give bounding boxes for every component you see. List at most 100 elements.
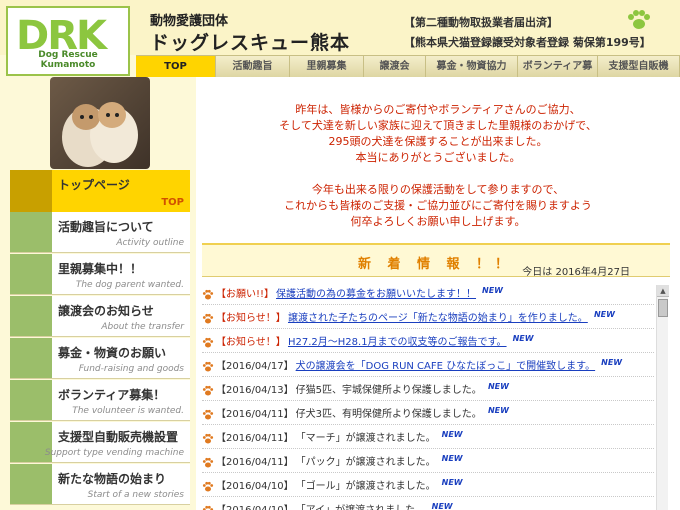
news-date: 【お知らせ！】 (216, 313, 286, 324)
main-content: 昨年は、皆様からのご寄付やボランティアさんのご協力、 そして犬達を新しい家族に迎… (196, 77, 680, 510)
nav-donation[interactable]: 募金・物資協力 (426, 56, 518, 77)
sidebar-item-sublabel: Support type vending machine (44, 448, 184, 458)
sidebar-item-sublabel: Activity outline (116, 238, 184, 248)
sidebar-swatch (10, 212, 52, 252)
news-list: 【お願い!!】 保護活動の為の募金をお願いいたします！！ NEW 【お知らせ！】 譲渡さ… (202, 285, 654, 510)
sidebar-item-sublabel: Start of a new stories (87, 490, 184, 500)
sidebar-item-volunteer[interactable]: ボランティア募集！ The volunteer is wanted. (10, 380, 190, 421)
news-item: 【2016/04/11】 「マーチ」が譲渡されました。 NEW (202, 429, 654, 449)
paw-icon (202, 433, 214, 445)
puppies-illustration (62, 102, 138, 167)
news-date: 【2016/04/10】 (216, 481, 294, 492)
news-link[interactable]: 譲渡された子たちのページ「新たな物語の始まり」を作りました。 (288, 309, 588, 329)
news-date: 【お知らせ！】 (216, 337, 286, 348)
news-link[interactable]: 犬の譲渡会を「DOG RUN CAFE ひなたぼっこ」で開催致します。 (296, 357, 596, 377)
nav-vending[interactable]: 支援型自販機 (598, 56, 680, 77)
sidebar-item-sublabel: About the transfer (101, 322, 184, 332)
sidebar-item-label: 募金・物資のお願い (58, 346, 167, 360)
news-item[interactable]: 【お願い!!】 保護活動の為の募金をお願いいたします！！ NEW (202, 285, 654, 305)
scroll-thumb[interactable] (658, 299, 668, 317)
sidebar-swatch (10, 380, 52, 420)
news-item[interactable]: 【お知らせ！】 譲渡された子たちのページ「新たな物語の始まり」を作りました。 NEW (202, 309, 654, 329)
message-line: 昨年は、皆様からのご寄付やボランティアさんのご協力、 (295, 103, 581, 116)
message-line (196, 166, 680, 182)
sidebar-swatch (10, 338, 52, 378)
news-text: 「ゴール」が譲渡されました。 (295, 481, 436, 492)
paw-icon (202, 361, 214, 373)
sidebar-swatch (10, 296, 52, 336)
news-item: 【2016/04/10】 「ゴール」が譲渡されました。 NEW (202, 477, 654, 497)
sidebar-item-label: トップページ (58, 178, 130, 192)
message-line: そして犬達を新しい家族に迎えて頂きました里親様のおかげで、 (279, 119, 597, 132)
new-badge: NEW (593, 310, 615, 319)
sidebar-item-sublabel: Fund-raising and goods (78, 364, 184, 374)
paw-icon (202, 289, 214, 301)
sidebar-swatch (10, 170, 52, 212)
news-header: 新 着 情 報 ！！ 今日は 2016年4月27日 (202, 243, 670, 278)
nav-activity[interactable]: 活動趣旨 (216, 56, 290, 77)
sidebar-item-donation[interactable]: 募金・物資のお願い Fund-raising and goods (10, 338, 190, 379)
new-badge: NEW (431, 502, 453, 510)
paw-icon (202, 337, 214, 349)
sidebar-item-adoption[interactable]: 里親募集中！！ The dog parent wanted. (10, 254, 190, 295)
message-line: 本当にありがとうございました。 (355, 151, 521, 164)
news-text: 「アイ」が譲渡されました。 (296, 501, 426, 510)
sidebar-item-stories[interactable]: 新たな物語の始まり Start of a new stories (10, 464, 190, 505)
news-link[interactable]: 保護活動の為の募金をお願いいたします！！ (276, 285, 476, 305)
nav-top[interactable]: TOP (136, 56, 216, 77)
sidebar-swatch (10, 464, 52, 504)
sidebar-item-transfer[interactable]: 譲渡会のお知らせ About the transfer (10, 296, 190, 337)
sidebar-item-vending[interactable]: 支援型自動販売機設置 Support type vending machine (10, 422, 190, 463)
news-item[interactable]: 【お知らせ！】 H27.2月～H28.1月までの収支等のご報告です。 NEW (202, 333, 654, 353)
news-date: 【お願い!!】 (216, 289, 275, 300)
today-date: 今日は 2016年4月27日 (522, 267, 630, 278)
news-date: 【2016/04/10】 (216, 501, 294, 510)
sidebar-item-label: ボランティア募集！ (58, 388, 166, 402)
paw-icon (202, 481, 214, 493)
greeting-message: 昨年は、皆様からのご寄付やボランティアさんのご協力、 そして犬達を新しい家族に迎… (196, 102, 680, 230)
news-item: 【2016/04/10】「アイ」が譲渡されました。 NEW (202, 501, 654, 510)
logo[interactable]: DRK Dog Rescue Kumamoto (6, 6, 130, 76)
nav-transfer[interactable]: 譲渡会 (364, 56, 426, 77)
sidebar-item-activity[interactable]: 活動趣旨について Activity outline (10, 212, 190, 253)
nav-volunteer[interactable]: ボランティア募集 (518, 56, 598, 93)
nav-adoption[interactable]: 里親募集 (290, 56, 364, 77)
message-line: 今年も出来る限りの保護活動をして参りますので、 (311, 183, 565, 196)
sidebar-item-top[interactable]: トップページ TOP (10, 170, 190, 212)
scroll-up-icon[interactable]: ▲ (657, 285, 669, 297)
news-text: 仔猫5匹、宇城保健所より保護しました。 (295, 385, 482, 396)
news-date: 【2016/04/11】 (216, 433, 294, 444)
top-nav: TOP 活動趣旨 里親募集 譲渡会 募金・物資協力 ボランティア募集 支援型自販… (136, 55, 680, 93)
news-link[interactable]: H27.2月～H28.1月までの収支等のご報告です。 (288, 333, 507, 353)
news-item[interactable]: 【2016/04/17】 犬の譲渡会を「DOG RUN CAFE ひなたぼっこ」で… (202, 357, 654, 377)
news-date: 【2016/04/11】 (216, 409, 294, 420)
paw-icon (202, 313, 214, 325)
news-item: 【2016/04/11】 仔犬3匹、有明保健所より保護しました。 NEW (202, 405, 654, 425)
puppies-photo (50, 77, 150, 169)
new-badge: NEW (487, 382, 509, 391)
new-badge: NEW (512, 334, 534, 343)
sidebar-swatch (10, 254, 52, 294)
news-text: 仔犬3匹、有明保健所より保護しました。 (295, 409, 482, 420)
paw-icon (202, 457, 214, 469)
news-text: 「パック」が譲渡されました。 (295, 457, 436, 468)
org-name: ドッグレスキュー熊本 (150, 32, 351, 54)
paw-icon (202, 385, 214, 397)
news-scrollbar[interactable]: ▲ (656, 285, 669, 510)
registration-2: 【熊本県犬猫登録譲受対象者登録 菊保第199号】 (404, 36, 651, 49)
site-header: DRK Dog Rescue Kumamoto 動物愛護団体 ドッグレスキュー熊… (0, 0, 680, 76)
news-date: 【2016/04/13】 (216, 385, 294, 396)
message-line: 295頭の犬達を保護することが出来ました。 (328, 135, 548, 148)
sidebar-item-label: 譲渡会のお知らせ (58, 304, 154, 318)
message-line: これからも皆様のご支援・ご協力並びにご寄付を賜りますよう (284, 199, 592, 212)
paw-icon (202, 505, 214, 510)
message-line: 何卒よろしくお願い申し上げます。 (350, 215, 526, 228)
news-item: 【2016/04/11】 「パック」が譲渡されました。 NEW (202, 453, 654, 473)
news-item: 【2016/04/13】 仔猫5匹、宇城保健所より保護しました。 NEW (202, 381, 654, 401)
sidebar: トップページ TOP 活動趣旨について Activity outline 里親募… (0, 77, 193, 510)
new-badge: NEW (441, 478, 463, 487)
org-type: 動物愛護団体 (150, 14, 229, 29)
sidebar-item-label: 里親募集中！！ (58, 262, 143, 276)
new-badge: NEW (482, 286, 503, 295)
sidebar-item-label: 新たな物語の始まり (58, 472, 167, 486)
